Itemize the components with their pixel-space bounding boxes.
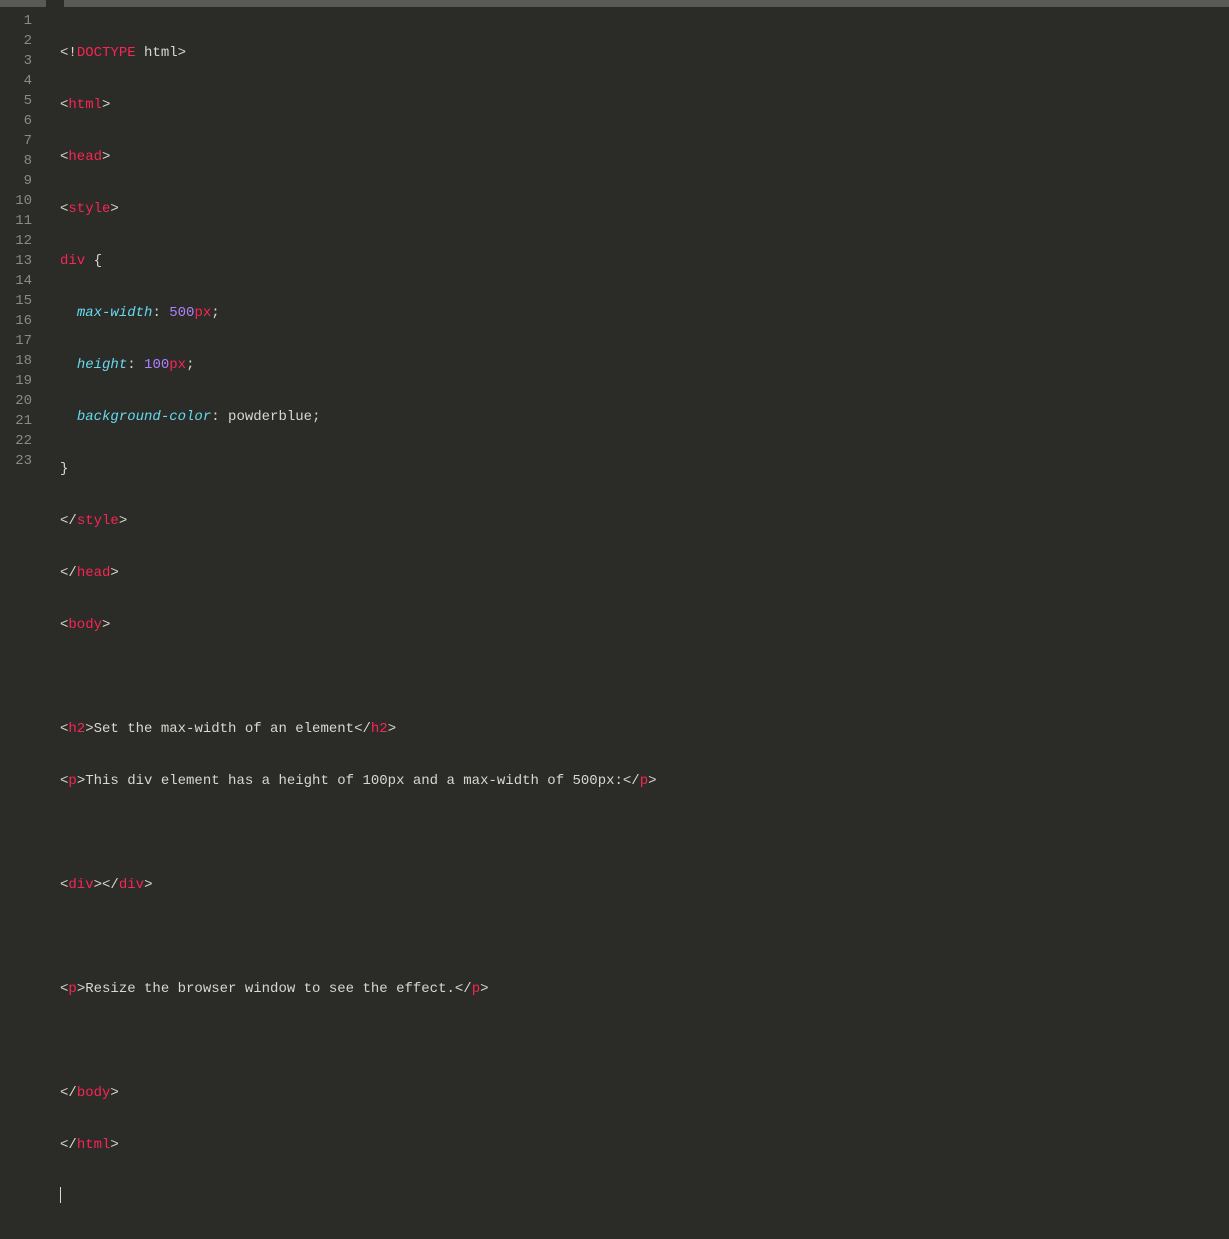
code-line[interactable]: background-color: powderblue; <box>60 407 1229 427</box>
code-line[interactable]: <body> <box>60 615 1229 635</box>
line-number: 8 <box>0 151 46 171</box>
line-number: 23 <box>0 451 46 471</box>
text-cursor <box>60 1187 61 1203</box>
line-number: 14 <box>0 271 46 291</box>
line-number: 1 <box>0 11 46 31</box>
code-editor[interactable]: 1 2 3 4 5 6 7 8 9 10 11 12 13 14 15 16 1… <box>0 7 1229 620</box>
code-line[interactable] <box>60 927 1229 947</box>
code-line[interactable]: </html> <box>60 1135 1229 1155</box>
line-number: 7 <box>0 131 46 151</box>
line-number: 13 <box>0 251 46 271</box>
code-line[interactable]: <p>This div element has a height of 100p… <box>60 771 1229 791</box>
line-number: 3 <box>0 51 46 71</box>
code-line[interactable]: </style> <box>60 511 1229 531</box>
code-line[interactable]: <p>Resize the browser window to see the … <box>60 979 1229 999</box>
code-line[interactable]: <head> <box>60 147 1229 167</box>
line-number: 4 <box>0 71 46 91</box>
code-line[interactable]: } <box>60 459 1229 479</box>
code-area[interactable]: <!DOCTYPE html> <html> <head> <style> di… <box>46 7 1229 620</box>
line-number-gutter: 1 2 3 4 5 6 7 8 9 10 11 12 13 14 15 16 1… <box>0 7 46 620</box>
line-number: 12 <box>0 231 46 251</box>
code-line[interactable] <box>60 1187 1229 1207</box>
code-line[interactable]: <html> <box>60 95 1229 115</box>
line-number: 9 <box>0 171 46 191</box>
line-number: 20 <box>0 391 46 411</box>
code-line[interactable] <box>60 667 1229 687</box>
code-line[interactable]: </body> <box>60 1083 1229 1103</box>
line-number: 17 <box>0 331 46 351</box>
line-number: 18 <box>0 351 46 371</box>
code-line[interactable] <box>60 1031 1229 1051</box>
code-line[interactable]: </head> <box>60 563 1229 583</box>
active-tab-indicator <box>46 0 64 7</box>
code-line[interactable] <box>60 823 1229 843</box>
line-number: 6 <box>0 111 46 131</box>
code-line[interactable]: height: 100px; <box>60 355 1229 375</box>
line-number: 22 <box>0 431 46 451</box>
code-line[interactable]: <style> <box>60 199 1229 219</box>
code-line[interactable]: max-width: 500px; <box>60 303 1229 323</box>
line-number: 5 <box>0 91 46 111</box>
line-number: 15 <box>0 291 46 311</box>
code-line[interactable]: <h2>Set the max-width of an element</h2> <box>60 719 1229 739</box>
line-number: 16 <box>0 311 46 331</box>
code-line[interactable]: div { <box>60 251 1229 271</box>
line-number: 21 <box>0 411 46 431</box>
line-number: 10 <box>0 191 46 211</box>
window-topbar <box>0 0 1229 7</box>
line-number: 11 <box>0 211 46 231</box>
code-line[interactable]: <!DOCTYPE html> <box>60 43 1229 63</box>
line-number: 19 <box>0 371 46 391</box>
line-number: 2 <box>0 31 46 51</box>
code-line[interactable]: <div></div> <box>60 875 1229 895</box>
